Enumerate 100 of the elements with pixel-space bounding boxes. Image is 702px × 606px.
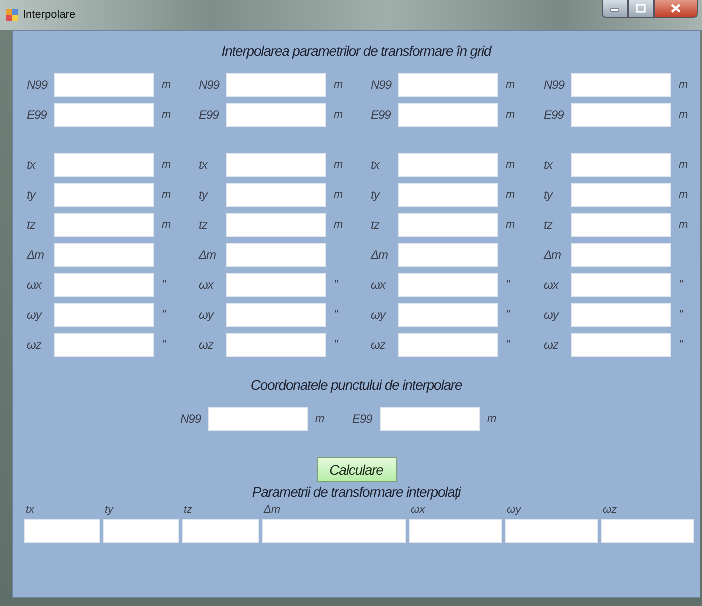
input-field[interactable] xyxy=(226,103,326,127)
unit-label: " xyxy=(505,339,512,351)
input-field[interactable] xyxy=(571,103,671,127)
input-field[interactable] xyxy=(398,153,498,177)
field-label: ωz xyxy=(544,338,560,352)
column-label: ωy xyxy=(506,504,522,518)
input-field[interactable] xyxy=(398,103,498,127)
field-label: ωx xyxy=(371,278,387,292)
window-title: Interpolare xyxy=(23,9,76,21)
unit-label: m xyxy=(161,159,172,171)
result-field[interactable] xyxy=(24,519,100,543)
result-field[interactable] xyxy=(601,519,694,543)
section-heading: Parametrii de transformare interpolați xyxy=(251,484,462,500)
field-label: tx xyxy=(199,158,209,172)
field-label: tx xyxy=(544,158,554,172)
field-label: ωx xyxy=(544,278,560,292)
input-field[interactable] xyxy=(398,243,498,267)
field-label: ωy xyxy=(27,308,44,322)
unit-label: m xyxy=(505,219,516,231)
input-field[interactable] xyxy=(398,73,498,97)
input-field[interactable] xyxy=(571,273,671,297)
field-label: tx xyxy=(371,158,381,172)
maximize-icon xyxy=(636,4,646,13)
input-field[interactable] xyxy=(398,303,498,327)
input-field[interactable] xyxy=(226,213,326,237)
input-field[interactable] xyxy=(54,73,154,97)
app-icon xyxy=(6,9,18,21)
result-field[interactable] xyxy=(262,519,406,543)
input-field[interactable] xyxy=(571,183,671,207)
input-field[interactable] xyxy=(571,303,671,327)
input-field[interactable] xyxy=(54,183,154,207)
input-field[interactable] xyxy=(398,333,498,357)
form-heading: Interpolarea parametrilor de transformare în grid xyxy=(220,43,494,59)
unit-label: m xyxy=(678,159,690,171)
input-field[interactable] xyxy=(398,183,498,207)
unit-label: m xyxy=(333,219,344,231)
field-label: tz xyxy=(27,218,37,232)
field-label: tz xyxy=(544,218,554,232)
result-field[interactable] xyxy=(505,519,598,543)
input-field[interactable] xyxy=(54,103,154,127)
result-field[interactable] xyxy=(103,519,179,543)
unit-label: m xyxy=(678,219,690,231)
input-field[interactable] xyxy=(54,153,154,177)
field-label: ωz xyxy=(199,338,215,352)
input-field[interactable] xyxy=(208,407,308,431)
input-field[interactable] xyxy=(226,183,326,207)
result-field[interactable] xyxy=(409,519,502,543)
unit-label: " xyxy=(678,339,684,351)
input-field[interactable] xyxy=(226,153,326,177)
input-field[interactable] xyxy=(571,333,671,357)
input-field[interactable] xyxy=(54,303,154,327)
close-button[interactable] xyxy=(654,0,698,18)
field-label: ωz xyxy=(371,338,387,352)
field-label: ωx xyxy=(27,278,43,292)
input-field[interactable] xyxy=(54,243,154,267)
field-label: ωy xyxy=(544,308,560,322)
unit-label: " xyxy=(505,309,512,321)
column-label: ty xyxy=(104,504,115,518)
input-field[interactable] xyxy=(54,333,154,357)
input-field[interactable] xyxy=(226,273,326,297)
input-field[interactable] xyxy=(571,243,671,267)
unit-label: m xyxy=(505,189,516,201)
field-label: Δm xyxy=(544,248,562,262)
input-field[interactable] xyxy=(380,407,480,431)
unit-label: m xyxy=(505,79,516,91)
input-field[interactable] xyxy=(226,303,326,327)
column-label: Δm xyxy=(262,504,282,518)
input-field[interactable] xyxy=(226,333,326,357)
field-label: ωx xyxy=(199,278,215,292)
unit-label: m xyxy=(505,159,516,171)
field-label: E99 xyxy=(352,412,374,426)
unit-label: " xyxy=(678,309,684,321)
input-field[interactable] xyxy=(571,153,671,177)
field-label: N99 xyxy=(27,78,49,92)
field-label: ωy xyxy=(371,308,388,322)
field-label: N99 xyxy=(371,78,393,92)
input-field[interactable] xyxy=(54,273,154,297)
field-label: ty xyxy=(199,188,210,202)
maximize-button[interactable] xyxy=(628,0,654,18)
input-field[interactable] xyxy=(226,73,326,97)
result-field[interactable] xyxy=(182,519,259,543)
field-label: Δm xyxy=(371,248,390,262)
calculate-button[interactable]: Calculare xyxy=(316,457,396,482)
field-label: ty xyxy=(27,188,38,202)
input-field[interactable] xyxy=(398,213,498,237)
field-label: E99 xyxy=(199,108,220,122)
section-heading: Coordonatele punctului de interpolare xyxy=(250,377,464,393)
minimize-button[interactable] xyxy=(602,0,628,18)
field-label: E99 xyxy=(544,108,565,122)
input-field[interactable] xyxy=(398,273,498,297)
input-field[interactable] xyxy=(571,213,671,237)
input-field[interactable] xyxy=(571,73,671,97)
field-label: ty xyxy=(371,188,382,202)
input-field[interactable] xyxy=(54,213,154,237)
unit-label: m xyxy=(333,189,344,201)
column-label: ωx xyxy=(410,504,426,518)
unit-label: m xyxy=(678,189,690,201)
field-label: tz xyxy=(371,218,381,232)
unit-label: m xyxy=(333,159,344,171)
input-field[interactable] xyxy=(226,243,326,267)
